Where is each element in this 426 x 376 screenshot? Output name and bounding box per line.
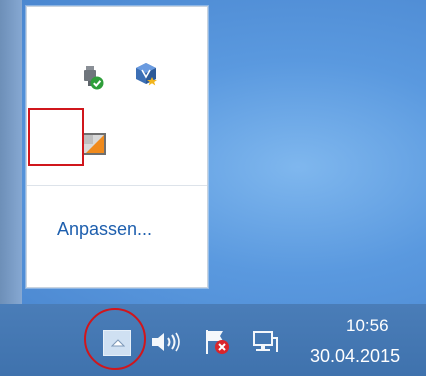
- customize-link[interactable]: Anpassen...: [57, 219, 152, 240]
- flyout-divider: [27, 185, 207, 186]
- usb-device-icon[interactable]: [79, 65, 105, 91]
- window-edge: [0, 0, 22, 304]
- network-icon[interactable]: [250, 330, 282, 360]
- volume-icon[interactable]: [150, 330, 184, 358]
- clock-date[interactable]: 30.04.2015: [310, 346, 400, 367]
- clock-time[interactable]: 10:56: [346, 316, 389, 336]
- highlight-circle: [84, 308, 146, 370]
- virtualbox-icon[interactable]: [133, 61, 159, 87]
- app-tray-icon[interactable]: [81, 131, 107, 157]
- action-center-flag-icon[interactable]: [203, 328, 233, 360]
- highlight-box: [28, 108, 84, 166]
